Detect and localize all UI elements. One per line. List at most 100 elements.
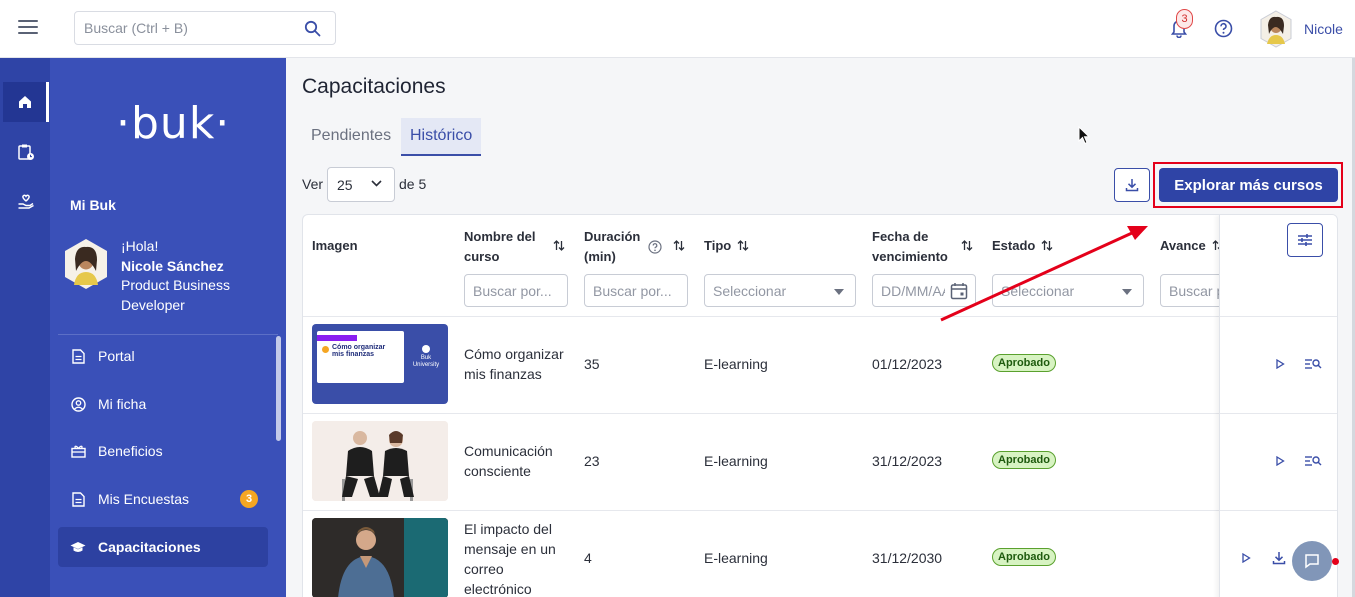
notification-badge: 3 [1176,9,1193,29]
user-circle-icon [70,396,86,412]
actions-column [1219,215,1337,597]
search-input[interactable] [75,12,285,44]
download-button[interactable] [1114,168,1150,202]
filter-type-select[interactable]: Seleccionar [704,274,856,307]
download-icon[interactable] [1272,551,1286,565]
greeting: ¡Hola! [121,238,159,254]
search-icon[interactable] [304,20,321,37]
filter-duration[interactable] [584,274,688,307]
status-badge: Aprobado [992,354,1056,372]
menu-icon[interactable] [18,20,38,36]
filter-due-date[interactable] [872,274,976,307]
sidebar-item-label: Mi ficha [98,396,147,412]
play-icon[interactable] [1275,456,1285,466]
sort-icon[interactable] [1041,239,1053,252]
row-divider [303,316,1337,317]
thumbnail-card: Cómo organizar mis finanzas [317,331,404,383]
course-name[interactable]: Comunicación consciente [464,441,553,481]
sort-icon[interactable] [673,239,685,252]
status-filter-placeholder: Seleccionar [1001,283,1075,299]
course-due-date: 01/12/2023 [872,356,943,372]
status-badge: Aprobado [992,451,1056,469]
due-date-filter-input[interactable] [873,283,945,299]
tab-historico[interactable]: Histórico [401,118,482,156]
play-icon[interactable] [1241,553,1251,563]
sidebar-item-mi-ficha[interactable]: Mi ficha [58,384,268,424]
top-bar: 3 Nicole [0,0,1355,58]
course-thumbnail[interactable] [312,518,448,597]
sidebar-item-label: Beneficios [98,443,163,459]
column-settings-button[interactable] [1287,223,1323,257]
people-illustration [312,421,448,501]
courses-table: Imagen Nombre del curso Duración (min) Tip… [302,214,1338,597]
list-search-icon[interactable] [1304,358,1322,370]
header-course-name[interactable]: Nombre del curso [464,227,536,267]
sidebar-scrollbar[interactable] [276,336,281,441]
thumbnail-title: Cómo organizar mis finanzas [332,344,386,358]
page-size-value: 25 [337,177,353,193]
course-type: E-learning [704,356,768,372]
list-search-icon[interactable] [1304,455,1322,467]
header-status[interactable]: Estado [992,236,1035,256]
page-count-label: de 5 [399,176,427,192]
page-size-label: Ver [302,176,324,192]
header-type[interactable]: Tipo [704,236,731,256]
profile-avatar [65,239,107,289]
user-name[interactable]: Nicole [1304,21,1343,37]
sidebar-item-capacitaciones[interactable]: Capacitaciones [58,527,268,567]
help-icon[interactable] [1214,19,1233,38]
graduation-cap-icon [70,539,86,555]
page-title: Capacitaciones [302,75,446,98]
calendar-icon[interactable] [950,282,968,300]
filter-status-select[interactable]: Seleccionar [992,274,1144,307]
buk-logo[interactable]: ·buk· [116,98,230,149]
avatar[interactable] [1259,10,1293,48]
tab-pendientes[interactable]: Pendientes [302,118,400,156]
sidebar-item-label: Capacitaciones [98,539,201,555]
left-rail [0,58,50,597]
course-duration: 4 [584,550,592,566]
header-progress[interactable]: Avance [1160,236,1206,256]
page-size-select[interactable]: 25 [327,167,395,202]
course-thumbnail[interactable]: Cómo organizar mis finanzas Buk Universi… [312,324,448,404]
thumbnail-tag [317,335,357,341]
course-name-filter-input[interactable] [465,283,567,299]
filter-course-name[interactable] [464,274,568,307]
mouse-cursor-icon [1078,126,1090,145]
duration-filter-input[interactable] [585,283,687,299]
chat-notification-dot [1332,558,1339,565]
hand-heart-icon[interactable] [3,182,49,222]
course-thumbnail[interactable] [312,421,448,501]
chat-bubble-icon[interactable] [1292,541,1332,581]
info-icon[interactable] [648,240,662,254]
chevron-down-icon [371,180,382,187]
sidebar-item-beneficios[interactable]: Beneficios [58,431,268,471]
profile-info: ¡Hola! Nicole Sánchez Product Business D… [121,237,271,315]
sidebar-item-label: Portal [98,348,135,364]
highlight-box [1153,162,1343,208]
home-icon[interactable] [3,82,49,122]
row-divider [303,510,1337,511]
sort-icon[interactable] [737,239,749,252]
play-icon[interactable] [1275,359,1285,369]
sort-icon[interactable] [553,239,565,252]
course-type: E-learning [704,550,768,566]
clipboard-clock-icon[interactable] [3,132,49,172]
caret-down-icon [1122,289,1132,295]
header-due-date[interactable]: Fecha de vencimiento [872,227,948,267]
sidebar-item-mis-encuestas[interactable]: Mis Encuestas 3 [58,479,268,519]
document-icon [70,348,86,364]
caret-down-icon [834,289,844,295]
search-box[interactable] [74,11,336,45]
document-icon [70,491,86,507]
sort-icon[interactable] [961,239,973,252]
sliders-icon [1298,234,1312,246]
course-type: E-learning [704,453,768,469]
header-duration[interactable]: Duración (min) [584,227,640,267]
course-name[interactable]: Cómo organizar mis finanzas [464,344,564,384]
type-filter-placeholder: Seleccionar [713,283,787,299]
course-duration: 35 [584,356,600,372]
row-divider [303,413,1337,414]
course-name[interactable]: El impacto del mensaje en un correo electró… [464,519,556,597]
sidebar-item-portal[interactable]: Portal [58,336,268,376]
